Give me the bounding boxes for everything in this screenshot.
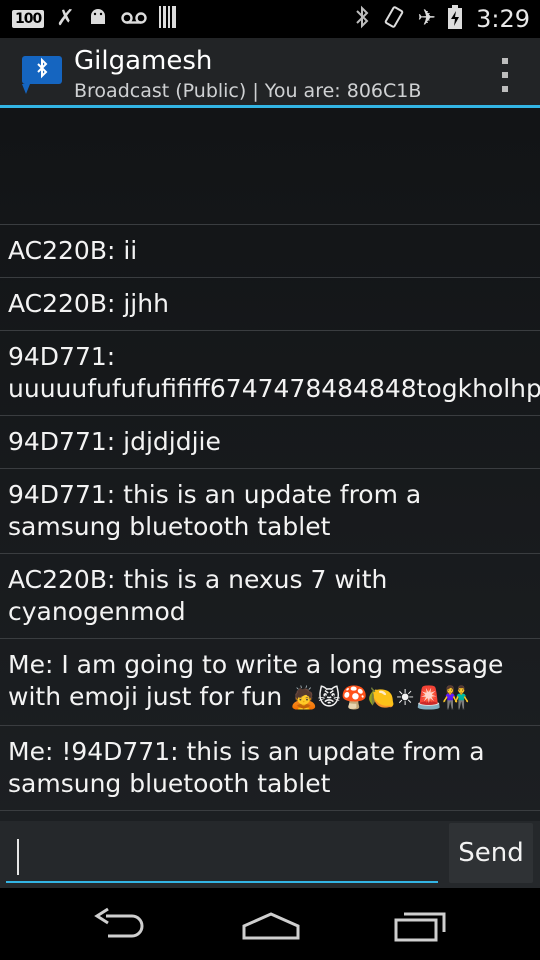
- message-list-empty-space: [0, 108, 540, 225]
- message-text: Me: !94D771: this is an update from a sa…: [8, 737, 485, 798]
- message-item[interactable]: Me: I am going to write a long message w…: [0, 639, 540, 726]
- message-text: 94D771: uuuuufufufufififf6747478484848to…: [8, 342, 540, 403]
- overflow-menu-icon[interactable]: [500, 58, 510, 92]
- message-item[interactable]: 94D771: uuuuufufufufififf6747478484848to…: [0, 331, 540, 416]
- message-item[interactable]: 94D771: jdjdjdjie: [0, 416, 540, 469]
- back-icon[interactable]: [92, 906, 148, 950]
- page-title: Gilgamesh: [74, 46, 213, 76]
- message-emoji: 🙇😾🍄🍋☀🚨👫: [290, 686, 470, 711]
- message-item[interactable]: AC220B: jjhh: [0, 278, 540, 331]
- bluetooth-chat-app-icon[interactable]: [22, 56, 62, 94]
- message-text: AC220B: jjhh: [8, 289, 169, 318]
- airplane-icon: ✈: [417, 6, 437, 31]
- message-item[interactable]: AC220B: this is a nexus 7 with cyanogenm…: [0, 554, 540, 639]
- status-left-icons: 100 ✗: [12, 5, 177, 33]
- message-input[interactable]: [6, 829, 438, 883]
- message-text: AC220B: ii: [8, 236, 138, 265]
- clock: 3:29: [476, 5, 530, 33]
- voicemail-icon: [120, 8, 147, 30]
- barcode-icon: [158, 5, 177, 33]
- message-text: AC220B: this is a nexus 7 with cyanogenm…: [8, 565, 388, 626]
- message-item[interactable]: AC220B: ii: [0, 225, 540, 278]
- bluetooth-icon: [354, 5, 370, 34]
- text-cursor: [17, 839, 19, 875]
- message-item[interactable]: 94D771: this is an update from a samsung…: [0, 469, 540, 554]
- message-list[interactable]: AC220B: ii AC220B: jjhh 94D771: uuuuufuf…: [0, 108, 540, 821]
- message-item[interactable]: Me: !94D771: this is an update from a sa…: [0, 726, 540, 811]
- composer-bar: Send: [0, 821, 540, 888]
- vibrate-icon: [382, 5, 406, 34]
- home-icon[interactable]: [240, 906, 302, 950]
- message-text: 94D771: this is an update from a samsung…: [8, 480, 422, 541]
- no-signal-icon: ✗: [56, 6, 75, 31]
- status-bar: 100 ✗ ✈ 3:29: [0, 0, 540, 38]
- page-subtitle: Broadcast (Public) | You are: 806C1B: [74, 80, 422, 102]
- recent-apps-icon[interactable]: [392, 906, 452, 950]
- android-icon: [87, 6, 109, 33]
- battery-charging-icon: [448, 4, 463, 34]
- status-right-icons: ✈ 3:29: [354, 4, 530, 34]
- action-bar: Gilgamesh Broadcast (Public) | You are: …: [0, 38, 540, 108]
- message-text: 94D771: jdjdjdjie: [8, 427, 221, 456]
- battery-100-badge: 100: [12, 10, 45, 28]
- navigation-bar: [0, 888, 540, 960]
- send-button[interactable]: Send: [449, 823, 533, 883]
